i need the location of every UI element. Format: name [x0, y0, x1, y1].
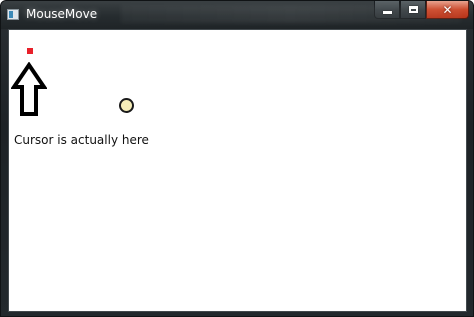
up-arrow-icon: [11, 62, 47, 116]
client-area[interactable]: Cursor is actually here: [8, 29, 467, 312]
caption-buttons: ✕: [374, 1, 469, 20]
close-icon: ✕: [442, 2, 453, 17]
minimize-button[interactable]: [374, 1, 400, 19]
application-icon[interactable]: [7, 9, 19, 20]
minimize-icon: [382, 11, 392, 14]
cursor-circle-marker: [119, 98, 134, 113]
cursor-location-label: Cursor is actually here: [14, 133, 149, 147]
close-button[interactable]: ✕: [426, 1, 469, 19]
red-dot-marker: [27, 48, 33, 54]
maximize-icon: [408, 6, 418, 13]
title-bar[interactable]: MouseMove ✕: [1, 1, 473, 29]
app-window: MouseMove ✕ Cursor is actually here: [0, 0, 474, 317]
window-title: MouseMove: [26, 7, 98, 21]
maximize-button[interactable]: [400, 1, 426, 19]
